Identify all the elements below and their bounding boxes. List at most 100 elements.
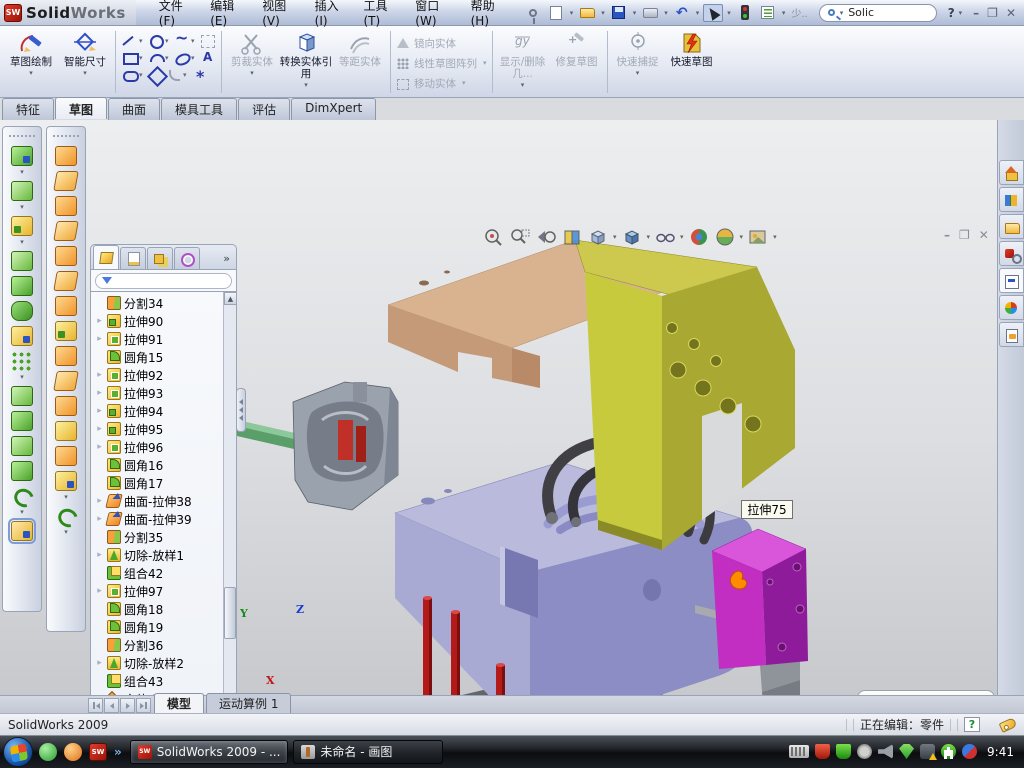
toolbar-grip[interactable] <box>53 135 79 139</box>
curve-icon[interactable] <box>55 506 77 526</box>
save-button[interactable] <box>609 4 629 22</box>
taskbar-window-paint[interactable]: 未命名 - 画图 <box>293 740 443 764</box>
blue-red-ball-icon[interactable] <box>962 744 977 759</box>
configurationmanager-tab[interactable] <box>147 247 173 269</box>
green-cross-icon[interactable] <box>941 744 956 759</box>
shell-icon[interactable] <box>11 276 33 296</box>
panel-overflow-chevron[interactable]: » <box>223 252 234 269</box>
doc-close-button[interactable]: ✕ <box>979 228 989 242</box>
tree-filter-input[interactable] <box>95 273 232 289</box>
hole-wizard-icon[interactable] <box>11 326 33 346</box>
appearances-scenes-tab[interactable] <box>999 295 1024 320</box>
dropdown-arrow[interactable]: ▾ <box>20 508 24 516</box>
keyboard-layout-icon[interactable] <box>789 745 809 758</box>
extruded-surface-icon[interactable] <box>55 146 77 166</box>
zoom-to-area-icon[interactable] <box>509 227 531 247</box>
view-orientation-icon[interactable] <box>587 227 609 247</box>
doc-restore-button[interactable]: ❐ <box>959 228 970 242</box>
expand-arrow-icon[interactable] <box>95 370 104 380</box>
dropdown-arrow[interactable]: ▾ <box>20 203 24 211</box>
green-shield-icon[interactable] <box>836 744 851 759</box>
edit-appearance-icon[interactable] <box>688 227 710 247</box>
apply-scene-dropdown-arrow[interactable]: ▾ <box>740 233 744 241</box>
tree-item[interactable]: 分割34 <box>91 294 223 312</box>
rapid-sketch-button[interactable]: 快速草图 <box>665 29 719 93</box>
offset-surface-icon[interactable] <box>53 271 79 291</box>
menu-edit[interactable]: 编辑(E) <box>201 0 251 31</box>
hide-show-dropdown-arrow[interactable]: ▾ <box>680 233 684 241</box>
help-button[interactable]: ? <box>948 6 955 20</box>
model-tab[interactable]: 模型 <box>154 693 204 713</box>
move-entities-dropdown-arrow[interactable]: ▾ <box>462 79 466 87</box>
search-input[interactable]: Solic <box>848 6 874 19</box>
boundary-surface-icon[interactable] <box>55 246 77 266</box>
swept-surface-icon[interactable] <box>55 196 77 216</box>
spline-tool-icon[interactable] <box>173 33 190 48</box>
tab-sketch[interactable]: 草图 <box>55 97 107 119</box>
zoom-to-fit-icon[interactable] <box>483 227 505 247</box>
dropdown-arrow[interactable]: ▾ <box>20 168 24 176</box>
ellipse-tool-icon[interactable] <box>173 50 190 65</box>
convert-entities-button[interactable]: 转换实体引用 ▾ <box>279 29 333 93</box>
spline-dropdown-arrow[interactable]: ▾ <box>191 37 198 45</box>
linear-pattern-button[interactable]: 线性草图阵列 ▾ <box>394 53 489 73</box>
gray-cavity-block-part[interactable] <box>293 382 398 510</box>
expand-arrow-icon[interactable] <box>95 550 104 560</box>
tree-item[interactable]: 分割35 <box>91 528 223 546</box>
open-file-button[interactable] <box>577 4 597 22</box>
expand-arrow-icon[interactable] <box>95 334 104 344</box>
display-delete-relations-button[interactable]: gy 显示/删除几... ▾ <box>496 29 550 93</box>
sketch-text-tool-icon[interactable] <box>199 50 216 65</box>
view-palette-tab[interactable] <box>999 268 1024 293</box>
tree-item[interactable]: 组合43 <box>91 672 223 690</box>
taskbar-window-solidworks[interactable]: SW SolidWorks 2009 - ... <box>130 740 289 764</box>
arc-tool-icon[interactable] <box>147 50 164 65</box>
menu-tools[interactable]: 工具(T) <box>355 0 405 31</box>
last-tab-button[interactable] <box>136 698 151 713</box>
propertymanager-tab[interactable] <box>120 247 146 269</box>
slot-dropdown-arrow[interactable]: ▾ <box>139 71 146 79</box>
tab-dimxpert[interactable]: DimXpert <box>291 98 376 120</box>
expand-arrow-icon[interactable] <box>95 514 104 524</box>
menu-insert[interactable]: 插入(I) <box>306 0 353 31</box>
first-tab-button[interactable] <box>88 698 103 713</box>
menu-view[interactable]: 视图(V) <box>253 0 303 31</box>
network-warning-icon[interactable] <box>920 744 935 759</box>
print-dropdown-arrow[interactable]: ▾ <box>664 9 668 17</box>
print-button[interactable] <box>640 4 660 22</box>
expand-arrow-icon[interactable] <box>95 388 104 398</box>
quick-snaps-button[interactable]: 快速捕捉 ▾ <box>611 29 665 93</box>
mirror-icon[interactable] <box>11 386 33 406</box>
dropdown-arrow[interactable]: ▾ <box>20 373 24 381</box>
view-settings-icon[interactable] <box>747 227 769 247</box>
design-library-tab[interactable] <box>999 187 1024 212</box>
hide-show-items-icon[interactable] <box>654 227 676 247</box>
featuremanager-tree-tab[interactable] <box>93 245 119 269</box>
view-orientation-dropdown-arrow[interactable]: ▾ <box>613 233 617 241</box>
mirror-entities-button[interactable]: 镜向实体 <box>394 33 489 53</box>
expand-arrow-icon[interactable] <box>95 586 104 596</box>
tree-item[interactable]: 圆角18 <box>91 600 223 618</box>
tree-item[interactable]: 拉伸91 <box>91 330 223 348</box>
select-dropdown-arrow[interactable]: ▾ <box>727 9 731 17</box>
display-style-icon[interactable] <box>621 227 643 247</box>
scroll-up-arrow[interactable]: ▲ <box>224 292 237 305</box>
tree-item[interactable]: 曲面-拉伸38 <box>91 492 223 510</box>
quicklaunch-overflow-chevron[interactable]: » <box>114 745 122 759</box>
sketch-dropdown-arrow[interactable]: ▾ <box>29 69 33 77</box>
tree-item[interactable]: 拉伸92 <box>91 366 223 384</box>
tree-item[interactable]: 组合42 <box>91 564 223 582</box>
line-tool-icon[interactable] <box>121 33 138 48</box>
custom-properties-tab[interactable] <box>999 322 1024 347</box>
menu-window[interactable]: 窗口(W) <box>406 0 459 31</box>
tab-features[interactable]: 特征 <box>2 98 54 120</box>
options-dropdown-arrow[interactable]: ▾ <box>782 9 786 17</box>
untrim-surface-icon[interactable] <box>55 446 77 466</box>
slot-tool-icon[interactable] <box>121 67 138 82</box>
tree-item[interactable]: 拉伸96 <box>91 438 223 456</box>
curve-icon[interactable] <box>11 486 33 506</box>
circle-dropdown-arrow[interactable]: ▾ <box>165 37 172 45</box>
bent-surface-icon[interactable] <box>53 371 79 391</box>
tree-item[interactable]: 圆角17 <box>91 474 223 492</box>
circle-tool-icon[interactable] <box>147 33 164 48</box>
